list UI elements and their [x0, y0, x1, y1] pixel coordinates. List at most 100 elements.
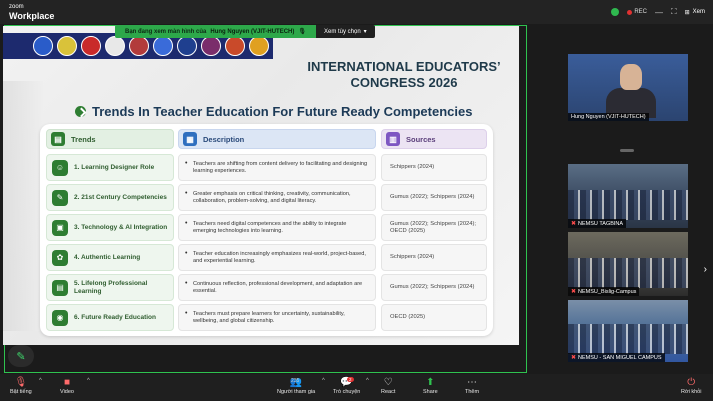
- video-options-caret[interactable]: ^: [87, 378, 90, 384]
- source-text: Schippers (2024): [390, 254, 435, 261]
- chevron-right-icon[interactable]: ›: [704, 264, 707, 275]
- chat-label: Trò chuyện: [333, 389, 361, 395]
- description-cell: Teachers need digital competences and th…: [178, 214, 376, 241]
- trends-table: ▤ Trends ▦ Description ▥ Sources ☺ 1. Lea…: [40, 124, 493, 336]
- mic-off-icon: ✖: [571, 221, 577, 227]
- header-sources: ▥ Sources: [381, 129, 487, 149]
- description-text: Teachers are shifting from content deliv…: [179, 161, 375, 174]
- unmute-button[interactable]: 🎙 Bật tiếng: [10, 377, 32, 395]
- slide-decoration: [3, 81, 43, 331]
- panel-resize-handle[interactable]: [620, 149, 634, 152]
- header-sources-label: Sources: [406, 134, 436, 144]
- table-row: ▣ 3. Technology & AI Integration Teachers…: [46, 214, 487, 241]
- more-label: Thêm: [465, 389, 480, 395]
- mic-off-icon: ✖: [571, 289, 577, 295]
- leave-label: Rời khỏi: [681, 389, 702, 395]
- video-tile-host[interactable]: Hung Nguyen (VJIT-HUTECH): [568, 54, 688, 121]
- video-button[interactable]: ■ Video: [60, 377, 74, 395]
- congress-line-1: INTERNATIONAL EDUCATORS’: [307, 59, 501, 74]
- more-button[interactable]: ⋯ Thêm: [465, 377, 479, 395]
- header-description: ▦ Description: [178, 129, 376, 149]
- participant-name: NEMSU_Bislig-Campus: [578, 288, 637, 295]
- source-text: Gumus (2022); Schippers (2024): [390, 284, 475, 291]
- globe-icon: ◉: [52, 309, 68, 326]
- video-name-label: ✖ NEMSU - SAN MIGUEL CAMPUS: [568, 353, 665, 362]
- trend-cell: ▣ 3. Technology & AI Integration: [46, 214, 174, 241]
- video-name-label: Hung Nguyen (VJIT-HUTECH): [568, 113, 649, 121]
- video-tile-tagbina[interactable]: ✖ NEMSU TAGBINA: [568, 164, 688, 228]
- participants-options-caret[interactable]: ^: [322, 378, 325, 384]
- share-mic-icon: 🎙: [298, 29, 306, 35]
- book-icon: ▤: [52, 279, 68, 296]
- trend-cell: ✎ 2. 21st Century Competencies: [46, 184, 174, 211]
- share-button[interactable]: ⬆ Share: [423, 377, 438, 395]
- monitor-icon: ▣: [52, 219, 68, 236]
- chat-badge: 2: [347, 377, 354, 382]
- annotate-button[interactable]: ✎: [8, 345, 34, 367]
- mic-off-icon: ✖: [571, 355, 577, 361]
- table-row: ▤ 5. Lifelong Professional Learning Conti…: [46, 274, 487, 301]
- table-row: ✎ 2. 21st Century Competencies Greater em…: [46, 184, 487, 211]
- leave-button[interactable]: ⏻ Rời khỏi: [681, 377, 701, 395]
- chevron-down-icon: ▾: [363, 29, 367, 35]
- classroom-image: [568, 190, 688, 220]
- source-text: Gumus (2022); Schippers (2024); OECD (20…: [390, 220, 477, 234]
- video-label: Video: [60, 389, 74, 395]
- lightbulb-icon: ✎: [52, 189, 68, 206]
- record-dot-icon: [627, 9, 633, 15]
- description-text: Teachers need digital competences and th…: [179, 221, 375, 234]
- screen-share-banner: Bạn đang xem màn hình của Hung Nguyen (V…: [115, 25, 375, 38]
- view-options-button[interactable]: Xem tùy chọn ▾: [315, 25, 375, 38]
- source-text: Schippers (2024): [390, 164, 435, 171]
- more-icon: ⋯: [467, 377, 478, 388]
- source-cell: Gumus (2022); Schippers (2024): [381, 184, 487, 211]
- react-label: React: [381, 389, 396, 395]
- pencil-icon: ✎: [16, 350, 26, 363]
- participant-name: Hung Nguyen (VJIT-HUTECH): [571, 114, 646, 120]
- logo-icon: [177, 36, 197, 56]
- mic-muted-icon: 🎙: [14, 377, 28, 388]
- logo-icon: [129, 36, 149, 56]
- video-name-label: ✖ NEMSU TAGBINA: [568, 219, 627, 228]
- description-cell: Greater emphasis on critical thinking, c…: [178, 184, 376, 211]
- participants-count: 235: [291, 378, 300, 384]
- share-screen-icon: ⬆: [426, 377, 435, 388]
- logo-icon: [201, 36, 221, 56]
- heart-icon: ♡: [383, 377, 393, 388]
- classroom-image: [568, 258, 688, 288]
- view-button[interactable]: ⊞ Xem: [685, 9, 705, 16]
- description-cell: Teacher education increasingly emphasize…: [178, 244, 376, 271]
- source-text: OECD (2025): [390, 314, 426, 321]
- rec-label: REC: [634, 9, 648, 15]
- minimize-icon[interactable]: —: [655, 8, 663, 17]
- congress-line-2: CONGRESS 2026: [350, 75, 458, 90]
- recording-indicator[interactable]: REC: [627, 9, 647, 15]
- share-label: Share: [423, 389, 438, 395]
- participant-name: NEMSU TAGBINA: [578, 220, 624, 227]
- react-button[interactable]: ♡ React: [381, 377, 395, 395]
- chat-button[interactable]: 💬 2 Trò chuyện: [333, 377, 360, 395]
- description-text: Greater emphasis on critical thinking, c…: [179, 191, 375, 204]
- unmute-label: Bật tiếng: [10, 389, 32, 395]
- group-icon: ✿: [52, 249, 68, 266]
- video-tile-san-miguel[interactable]: ✖ NEMSU - SAN MIGUEL CAMPUS: [568, 300, 688, 362]
- logo-icon: [57, 36, 77, 56]
- trend-label: 1. Learning Designer Role: [74, 163, 155, 171]
- participants-video-panel: Hung Nguyen (VJIT-HUTECH) ✖ NEMSU TAGBIN…: [530, 24, 713, 374]
- logo-icon: [153, 36, 173, 56]
- trend-cell: ◉ 6. Future Ready Education: [46, 304, 174, 331]
- video-tile-bislig[interactable]: ✖ NEMSU_Bislig-Campus: [568, 232, 688, 296]
- trend-label: 3. Technology & AI Integration: [74, 223, 168, 231]
- table-row: ☺ 1. Learning Designer Role Teachers are …: [46, 154, 487, 181]
- participants-button[interactable]: 👥 235 Người tham gia: [277, 377, 315, 395]
- fullscreen-icon[interactable]: ⛶: [671, 7, 677, 17]
- title-bar: zoom Workplace REC — ⛶ ⊞ Xem: [0, 0, 713, 24]
- chat-options-caret[interactable]: ^: [366, 378, 369, 384]
- check-circle-icon: [75, 106, 86, 117]
- audio-options-caret[interactable]: ^: [39, 378, 42, 384]
- participants-label: Người tham gia: [277, 389, 316, 395]
- shield-icon[interactable]: [611, 8, 620, 16]
- logo-icon: [81, 36, 101, 56]
- header-description-label: Description: [203, 134, 245, 144]
- brand-zoom: zoom: [9, 4, 24, 10]
